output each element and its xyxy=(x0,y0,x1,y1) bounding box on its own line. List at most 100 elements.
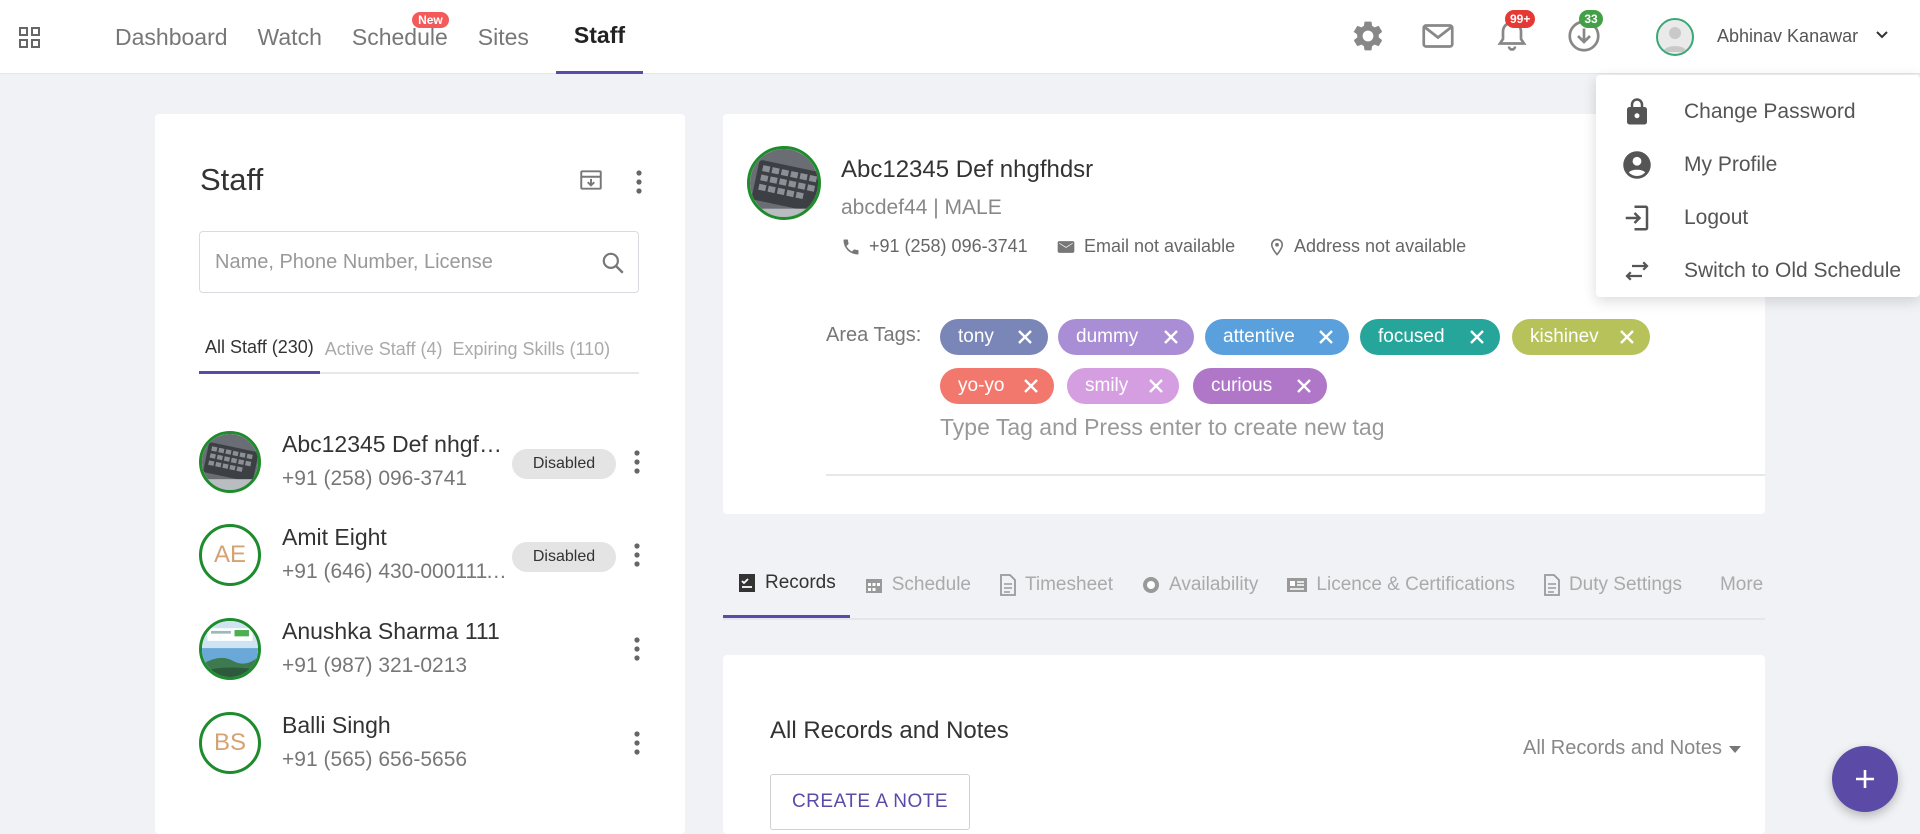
nav-dashboard[interactable]: Dashboard xyxy=(100,0,243,74)
logout-icon xyxy=(1625,205,1649,230)
staff-phone: +91 (646) 430-000111111 xyxy=(282,560,514,583)
swap-icon xyxy=(1625,260,1649,281)
tab-duty-settings[interactable]: Duty Settings xyxy=(1529,550,1696,618)
tab-more[interactable]: More xyxy=(1696,550,1765,618)
tab-availability[interactable]: Availability xyxy=(1127,550,1272,618)
lock-icon xyxy=(1627,97,1647,124)
staff-row[interactable]: AE Amit Eight +91 (646) 430-000111111 Di… xyxy=(199,520,641,590)
profile-id-gender: abcdef44 | MALE xyxy=(841,196,1002,219)
new-badge: New xyxy=(412,12,449,28)
close-icon[interactable] xyxy=(1162,328,1180,346)
profile-subtabs: Records Schedule Timesheet Availability … xyxy=(723,550,1765,620)
nav-watch[interactable]: Watch xyxy=(243,0,337,74)
user-avatar[interactable] xyxy=(1656,18,1694,56)
staff-row[interactable]: Abc12345 Def nhgfhdsr +91 (258) 096-3741… xyxy=(199,427,641,497)
user-menu-dropdown: Change Password My Profile Logout Switch… xyxy=(1596,75,1920,297)
menu-my-profile[interactable]: My Profile xyxy=(1596,138,1920,191)
staff-avatar-initials: AE xyxy=(199,524,261,586)
staff-tabs: All Staff (230) Active Staff (4) Expirin… xyxy=(199,324,639,374)
notification-count-badge: 99+ xyxy=(1505,10,1536,28)
more-vert-icon[interactable] xyxy=(633,636,641,662)
records-title: All Records and Notes xyxy=(770,717,1009,744)
top-navbar: Dashboard Watch Schedule New Sites Staff… xyxy=(0,0,1920,74)
calendar-icon xyxy=(865,579,882,593)
tag-chip[interactable]: smily xyxy=(1067,368,1179,404)
profile-email: Email not available xyxy=(1056,236,1235,257)
close-icon[interactable] xyxy=(1317,328,1335,346)
tag-chip[interactable]: focused xyxy=(1360,319,1500,355)
divider xyxy=(826,474,1765,476)
create-note-button[interactable]: CREATE A NOTE xyxy=(770,774,970,830)
tab-licence-certifications[interactable]: Licence & Certifications xyxy=(1272,550,1529,618)
archive-icon[interactable] xyxy=(578,167,604,193)
menu-change-password[interactable]: Change Password xyxy=(1596,85,1920,138)
profile-avatar xyxy=(747,146,821,220)
staff-row[interactable]: BS Balli Singh +91 (565) 656-5656 xyxy=(199,708,641,778)
more-vert-icon[interactable] xyxy=(633,449,641,475)
tag-chip[interactable]: yo-yo xyxy=(940,368,1054,404)
document-icon xyxy=(1000,574,1016,596)
staff-row[interactable]: Anushka Sharma 111 +91 (987) 321-0213 xyxy=(199,614,641,684)
search-input[interactable] xyxy=(200,232,580,292)
more-vert-icon[interactable] xyxy=(635,169,643,195)
location-pin-icon xyxy=(1270,238,1284,256)
staff-search xyxy=(199,231,639,293)
close-icon[interactable] xyxy=(1618,328,1636,346)
tab-active-staff[interactable]: Active Staff (4) xyxy=(320,324,448,374)
nav-staff[interactable]: Staff xyxy=(555,0,644,74)
records-card: All Records and Notes All Records and No… xyxy=(723,655,1765,834)
staff-avatar-initials: BS xyxy=(199,712,261,774)
close-icon[interactable] xyxy=(1295,377,1313,395)
staff-name: Anushka Sharma 111 xyxy=(282,618,500,644)
close-icon[interactable] xyxy=(1022,377,1040,395)
nav-sites[interactable]: Sites xyxy=(463,0,544,74)
search-icon[interactable] xyxy=(600,250,626,276)
add-fab-button[interactable] xyxy=(1832,746,1898,812)
records-filter-select[interactable]: All Records and Notes xyxy=(1523,737,1742,760)
disabled-badge: Disabled xyxy=(512,542,616,572)
more-vert-icon[interactable] xyxy=(633,542,641,568)
staff-phone: +91 (987) 321-0213 xyxy=(282,654,468,677)
plus-icon xyxy=(1856,770,1874,788)
menu-switch-old-schedule[interactable]: Switch to Old Schedule xyxy=(1596,244,1920,297)
tab-all-staff[interactable]: All Staff (230) xyxy=(199,324,320,374)
tag-chip[interactable]: attentive xyxy=(1205,319,1349,355)
tab-records[interactable]: Records xyxy=(723,550,850,618)
profile-phone: +91 (258) 096-3741 xyxy=(841,236,1028,257)
staff-avatar-photo xyxy=(199,618,261,680)
staff-list-panel: Staff All Staff (230) Active Staff (4) E… xyxy=(155,114,685,834)
disabled-badge: Disabled xyxy=(512,449,616,479)
tab-timesheet[interactable]: Timesheet xyxy=(985,550,1127,618)
mail-icon[interactable] xyxy=(1420,18,1456,54)
main-nav: Dashboard Watch Schedule New Sites Staff xyxy=(100,0,644,74)
profile-address: Address not available xyxy=(1268,236,1466,257)
apps-grid-icon[interactable] xyxy=(18,26,42,50)
close-icon[interactable] xyxy=(1468,328,1486,346)
email-icon xyxy=(1057,240,1075,253)
tag-chip[interactable]: curious xyxy=(1193,368,1327,404)
close-icon[interactable] xyxy=(1016,328,1034,346)
more-vert-icon[interactable] xyxy=(633,730,641,756)
close-icon[interactable] xyxy=(1147,377,1165,395)
phone-icon xyxy=(843,239,859,254)
new-tag-input[interactable] xyxy=(940,414,1760,441)
radio-icon xyxy=(1142,577,1159,593)
download-count-badge: 33 xyxy=(1579,10,1603,28)
tab-schedule[interactable]: Schedule xyxy=(850,550,985,618)
document-icon xyxy=(1544,574,1560,596)
tag-chip[interactable]: tony xyxy=(940,319,1048,355)
user-name[interactable]: Abhinav Kanawar xyxy=(1717,26,1858,47)
gear-icon[interactable] xyxy=(1350,18,1386,54)
tab-expiring-skills[interactable]: Expiring Skills (110) xyxy=(447,324,615,374)
staff-avatar-photo xyxy=(199,431,261,493)
staff-name: Balli Singh xyxy=(282,712,391,738)
menu-logout[interactable]: Logout xyxy=(1596,191,1920,244)
nav-schedule[interactable]: Schedule New xyxy=(337,0,463,74)
staff-name: Amit Eight xyxy=(282,524,387,550)
tag-chip[interactable]: dummy xyxy=(1058,319,1194,355)
id-card-icon xyxy=(1287,578,1308,592)
account-circle-icon xyxy=(1623,150,1651,179)
chevron-down-icon[interactable] xyxy=(1875,30,1889,40)
tag-chip[interactable]: kishinev xyxy=(1512,319,1650,355)
staff-phone: +91 (258) 096-3741 xyxy=(282,467,468,490)
